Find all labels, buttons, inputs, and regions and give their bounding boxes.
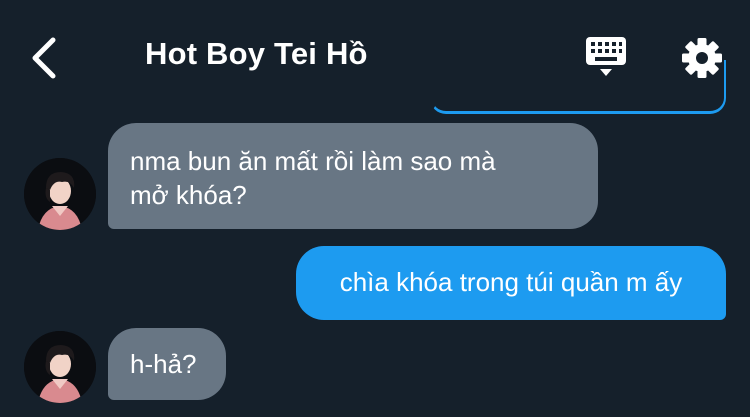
avatar[interactable]: [24, 158, 96, 230]
avatar-image: [24, 158, 96, 230]
avatar[interactable]: [24, 331, 96, 403]
message-text-line-2: mở khóa?: [130, 180, 247, 210]
incoming-message-bubble[interactable]: nma bun ăn mất rồi làm sao mà mở khóa?: [108, 123, 598, 229]
outgoing-message-bubble[interactable]: chìa khóa trong túi quần m ấy: [296, 246, 726, 320]
message-text: h-hả?: [130, 349, 197, 379]
chevron-left-icon: [32, 37, 56, 79]
previous-outgoing-bubble[interactable]: [430, 60, 726, 114]
back-button[interactable]: [22, 30, 66, 86]
message-text-line-1: nma bun ăn mất rồi làm sao mà: [130, 146, 496, 176]
avatar-image: [24, 331, 96, 403]
message-text: chìa khóa trong túi quần m ấy: [339, 267, 683, 297]
conversation-title[interactable]: Hot Boy Tei Hồ: [145, 36, 368, 72]
incoming-message-bubble[interactable]: h-hả?: [108, 328, 226, 400]
